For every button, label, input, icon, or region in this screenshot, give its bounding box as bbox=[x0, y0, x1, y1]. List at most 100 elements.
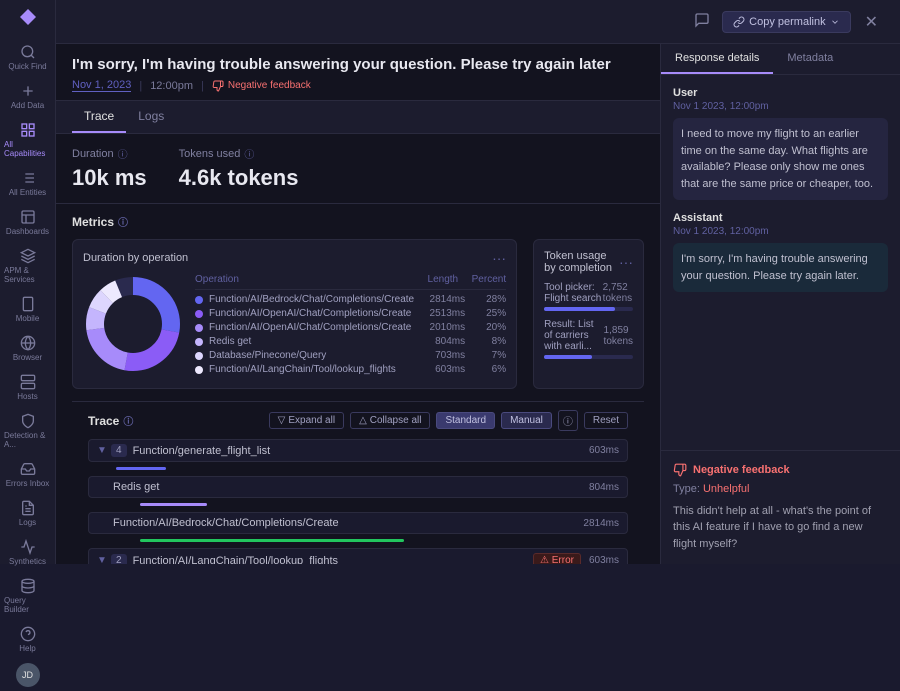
meta-row: Nov 1, 2023 | 12:00pm | Negative feedbac… bbox=[72, 79, 644, 92]
token-card-title: Token usage by completion bbox=[544, 250, 619, 274]
token-label-1: Tool picker: Flight search bbox=[544, 282, 603, 304]
sidebar-item-add-data[interactable]: Add Data bbox=[0, 77, 55, 116]
token-item-2: Result: List of carriers with earli... 1… bbox=[544, 319, 633, 359]
header-section: I'm sorry, I'm having trouble answering … bbox=[56, 44, 660, 101]
browser-icon bbox=[20, 335, 36, 351]
donut-section: Operation Length Percent Function/AI/Bed… bbox=[83, 274, 506, 378]
trace-row[interactable]: Redis get 804ms bbox=[88, 476, 628, 498]
trace-bar-row bbox=[88, 501, 628, 510]
expand-all-button[interactable]: ▽ Expand all bbox=[269, 412, 344, 429]
sidebar-item-mobile[interactable]: Mobile bbox=[0, 290, 55, 329]
info-icon2[interactable]: ⓘ bbox=[244, 146, 254, 161]
token-bar-fill-2 bbox=[544, 355, 592, 359]
trace-rows: ▼ 4 Function/generate_flight_list 603ms … bbox=[88, 439, 628, 564]
plus-icon bbox=[20, 83, 36, 99]
assistant-time: Nov 1 2023, 12:00pm bbox=[673, 226, 888, 237]
trace-row[interactable]: ▼ 2 Function/AI/LangChain/Tool/lookup_fl… bbox=[88, 548, 628, 564]
tab-trace[interactable]: Trace bbox=[72, 101, 126, 133]
standard-view-button[interactable]: Standard bbox=[436, 412, 495, 429]
meta-date[interactable]: Nov 1, 2023 bbox=[72, 79, 131, 92]
duration-card-menu[interactable]: ··· bbox=[492, 250, 506, 266]
server-icon bbox=[20, 374, 36, 390]
sidebar-label: Logs bbox=[19, 518, 36, 527]
sidebar-item-detection[interactable]: Detection & A... bbox=[0, 407, 55, 455]
assistant-message: Assistant Nov 1 2023, 12:00pm I'm sorry,… bbox=[673, 212, 888, 292]
donut-legend: Operation Length Percent Function/AI/Bed… bbox=[195, 274, 506, 378]
topbar: Copy permalink ✕ bbox=[56, 0, 900, 44]
token-card-menu[interactable]: ··· bbox=[619, 254, 633, 270]
sidebar-label: Help bbox=[19, 644, 35, 653]
collapse-all-button[interactable]: △ Collapse all bbox=[350, 412, 430, 429]
user-message: User Nov 1 2023, 12:00pm I need to move … bbox=[673, 87, 888, 200]
token-count-2: 1,859 tokens bbox=[604, 325, 633, 347]
mobile-icon bbox=[20, 296, 36, 312]
sidebar-label: All Capabilities bbox=[4, 140, 51, 158]
sidebar-label: Hosts bbox=[17, 392, 37, 401]
trace-num-badge: 4 bbox=[111, 444, 127, 457]
tab-response-details[interactable]: Response details bbox=[661, 44, 773, 74]
sidebar-item-apm[interactable]: APM & Services bbox=[0, 242, 55, 290]
sidebar-label: Errors Inbox bbox=[6, 479, 50, 488]
trace-help-button[interactable]: ⓘ bbox=[558, 410, 578, 431]
token-bar-fill-1 bbox=[544, 307, 615, 311]
help-icon bbox=[20, 626, 36, 642]
duration-card-title: Duration by operation bbox=[83, 252, 188, 264]
trace-info-icon[interactable]: ⓘ bbox=[123, 413, 133, 428]
token-bar-bg-2 bbox=[544, 355, 633, 359]
manual-view-button[interactable]: Manual bbox=[501, 412, 552, 429]
right-tab-bar: Response details Metadata bbox=[661, 44, 900, 75]
metrics-section: Metrics ⓘ Duration by operation ··· bbox=[56, 204, 660, 564]
meta-time: 12:00pm bbox=[150, 80, 193, 92]
sidebar-item-logs[interactable]: Logs bbox=[0, 494, 55, 533]
trace-row-name: Function/AI/Bedrock/Chat/Completions/Cre… bbox=[113, 517, 575, 529]
trace-header: Trace ⓘ ▽ Expand all △ Collapse all bbox=[88, 410, 628, 431]
search-icon bbox=[20, 44, 36, 60]
copy-permalink-button[interactable]: Copy permalink bbox=[722, 11, 850, 33]
chevron-down-icon bbox=[830, 17, 840, 27]
sidebar-label: Quick Find bbox=[8, 62, 46, 71]
feedback-badge: Negative feedback bbox=[212, 80, 311, 92]
sidebar-item-dashboards[interactable]: Dashboards bbox=[0, 203, 55, 242]
sidebar-item-synthetics[interactable]: Synthetics bbox=[0, 533, 55, 572]
sidebar-label: APM & Services bbox=[4, 266, 51, 284]
info-icon3[interactable]: ⓘ bbox=[118, 214, 128, 229]
trace-row-name: Function/AI/LangChain/Tool/lookup_flight… bbox=[133, 555, 527, 565]
feedback-icon-btn[interactable] bbox=[690, 8, 714, 35]
sidebar-item-quick-find[interactable]: Quick Find bbox=[0, 38, 55, 77]
trace-bar bbox=[116, 467, 166, 470]
sidebar-label: Mobile bbox=[16, 314, 40, 323]
feedback-section: Negative feedback Type: Unhelpful This d… bbox=[661, 450, 900, 565]
trace-bar bbox=[140, 539, 404, 542]
reset-button[interactable]: Reset bbox=[584, 412, 628, 429]
sidebar: Quick Find Add Data All Capabilities All… bbox=[0, 0, 56, 564]
grid-icon bbox=[20, 122, 36, 138]
sidebar-label: Query Builder bbox=[4, 596, 51, 614]
thumbs-down-icon bbox=[212, 80, 224, 92]
list-icon bbox=[20, 170, 36, 186]
assistant-role: Assistant bbox=[673, 212, 888, 224]
list-item: Redis get 804ms 8% bbox=[195, 336, 506, 347]
sidebar-item-errors[interactable]: Errors Inbox bbox=[0, 455, 55, 494]
sidebar-item-help[interactable]: Help bbox=[0, 620, 55, 659]
sidebar-item-browser[interactable]: Browser bbox=[0, 329, 55, 368]
trace-row[interactable]: Function/AI/Bedrock/Chat/Completions/Cre… bbox=[88, 512, 628, 534]
trace-row[interactable]: ▼ 4 Function/generate_flight_list 603ms bbox=[88, 439, 628, 462]
trace-row-time: 804ms bbox=[581, 482, 619, 493]
sidebar-item-all-entities[interactable]: All Entities bbox=[0, 164, 55, 203]
info-icon[interactable]: ⓘ bbox=[118, 146, 128, 161]
user-role: User bbox=[673, 87, 888, 99]
avatar[interactable]: JD bbox=[16, 663, 40, 687]
file-text-icon bbox=[20, 500, 36, 516]
token-label-2: Result: List of carriers with earli... bbox=[544, 319, 603, 352]
feedback-type-row: Type: Unhelpful bbox=[673, 483, 888, 495]
tab-logs[interactable]: Logs bbox=[126, 101, 176, 133]
close-button[interactable]: ✕ bbox=[859, 10, 884, 34]
sidebar-item-query-builder[interactable]: Query Builder bbox=[0, 572, 55, 620]
sidebar-item-hosts[interactable]: Hosts bbox=[0, 368, 55, 407]
user-time: Nov 1 2023, 12:00pm bbox=[673, 101, 888, 112]
sidebar-item-all-capabilities[interactable]: All Capabilities bbox=[0, 116, 55, 164]
chevron-icon: ▼ bbox=[97, 445, 107, 456]
sidebar-label: All Entities bbox=[9, 188, 46, 197]
tab-metadata[interactable]: Metadata bbox=[773, 44, 847, 74]
duration-card: Duration by operation ··· bbox=[72, 239, 517, 389]
